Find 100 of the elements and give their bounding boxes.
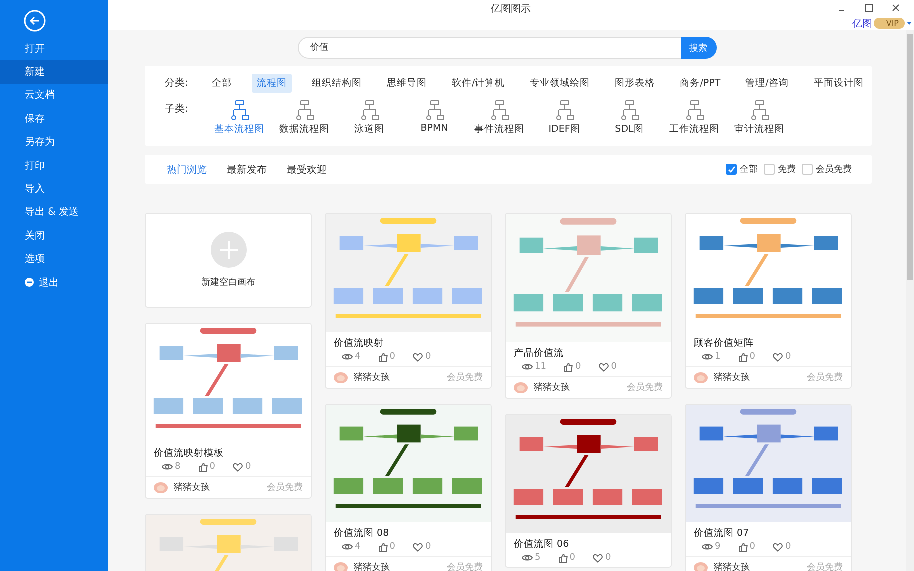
heart-icon[interactable] xyxy=(413,352,424,362)
favorite-count: 0 xyxy=(245,462,252,472)
sidebar-item[interactable]: 云文档 xyxy=(0,84,108,108)
flowchart-icon xyxy=(424,100,446,122)
category-tab[interactable]: 软件/计算机 xyxy=(447,74,510,92)
price-label: 会员免费 xyxy=(807,372,843,384)
subcategory-item[interactable]: 工作流程图 xyxy=(662,100,727,136)
category-tab[interactable]: 思维导图 xyxy=(382,74,432,92)
view-count: 5 xyxy=(535,553,541,563)
avatar-icon xyxy=(694,562,708,571)
close-icon[interactable] xyxy=(892,4,900,12)
thumb-up-icon[interactable] xyxy=(378,542,388,552)
subcategory-item[interactable]: IDEF图 xyxy=(532,100,597,136)
checkbox[interactable] xyxy=(764,164,775,175)
search-field[interactable]: 价值 xyxy=(298,37,680,59)
caret-icon[interactable] xyxy=(907,22,912,26)
category-tab[interactable]: 图形表格 xyxy=(610,74,660,92)
flowchart-icon xyxy=(488,100,510,122)
checkbox[interactable] xyxy=(802,164,813,175)
vip-badge[interactable]: VIP xyxy=(874,18,905,29)
maximize-icon[interactable] xyxy=(865,4,873,12)
subcategory-item[interactable]: 数据流程图 xyxy=(272,100,337,136)
card-title: 价值流图 08 xyxy=(334,528,390,540)
new-blank-canvas-button[interactable]: 新建空白画布 xyxy=(145,213,312,308)
heart-icon[interactable] xyxy=(599,362,610,372)
thumb-up-icon[interactable] xyxy=(738,542,748,552)
subcategory-label: 子类: xyxy=(165,102,190,116)
sidebar-item[interactable]: 打印 xyxy=(0,154,108,178)
exit-icon xyxy=(25,278,34,288)
thumb-up-icon[interactable] xyxy=(378,352,388,362)
account-link[interactable]: 亿图 xyxy=(852,16,872,30)
sidebar-item[interactable]: 导出 & 发送 xyxy=(0,200,108,224)
category-label: 分类: xyxy=(165,76,190,90)
subcategory-item[interactable]: 泳道图 xyxy=(337,100,402,136)
back-icon[interactable] xyxy=(24,10,46,32)
checkbox[interactable] xyxy=(726,164,737,175)
template-card[interactable]: 价值流映射模板 8 0 0 猪猪女孩 会员免费 xyxy=(145,323,312,499)
eye-icon xyxy=(702,543,713,551)
eye-icon xyxy=(342,353,353,361)
template-card[interactable]: 价值流图 06 5 0 0 xyxy=(505,414,672,568)
like-count: 0 xyxy=(210,462,216,472)
scrollbar-thumb[interactable] xyxy=(907,34,913,280)
sidebar-item[interactable]: 退出 xyxy=(0,270,108,294)
price-label: 会员免费 xyxy=(447,372,483,384)
filter-label: 会员免费 xyxy=(816,164,852,176)
card-title: 产品价值流 xyxy=(514,348,565,360)
search-button[interactable]: 搜索 xyxy=(680,37,716,59)
avatar-icon xyxy=(334,562,348,571)
sidebar-item[interactable]: 关闭 xyxy=(0,224,108,248)
subcategory-item[interactable]: 审计流程图 xyxy=(727,100,792,136)
avatar-icon xyxy=(334,372,348,384)
heart-icon[interactable] xyxy=(773,352,784,362)
favorite-count: 0 xyxy=(785,542,792,552)
category-tab[interactable]: 管理/咨询 xyxy=(740,74,794,92)
category-tab[interactable]: 专业领域绘图 xyxy=(525,74,596,92)
sidebar-item[interactable]: 保存 xyxy=(0,107,108,131)
flowchart-icon xyxy=(358,100,380,122)
sidebar-item[interactable]: 新建 xyxy=(0,60,108,84)
subcategory-item[interactable]: 事件流程图 xyxy=(467,100,532,136)
like-count: 0 xyxy=(390,542,396,552)
sort-tab[interactable]: 最受欢迎 xyxy=(287,162,327,176)
sort-tab[interactable]: 热门浏览 xyxy=(167,162,207,176)
category-tab[interactable]: 商务/PPT xyxy=(675,74,726,92)
subcategory-item[interactable]: BPMN xyxy=(402,100,467,134)
heart-icon[interactable] xyxy=(593,554,604,562)
eye-icon xyxy=(522,554,533,562)
template-card[interactable]: 产品价值流 11 0 0 猪猪女孩 会员免费 xyxy=(505,213,672,399)
thumb-up-icon[interactable] xyxy=(558,554,568,562)
subcategory-item[interactable]: 基本流程图 xyxy=(207,100,272,136)
scrollbar[interactable] xyxy=(906,30,914,571)
category-tab[interactable]: 全部 xyxy=(207,74,237,92)
sort-tab[interactable]: 最新发布 xyxy=(227,162,267,176)
template-card[interactable]: 价值流图 08 4 0 0 猪猪女孩 会员免费 xyxy=(325,404,492,571)
sidebar-item[interactable]: 选项 xyxy=(0,248,108,271)
favorite-count: 0 xyxy=(785,352,792,362)
thumb-up-icon[interactable] xyxy=(564,362,574,372)
sidebar-item[interactable]: 打开 xyxy=(0,37,108,60)
favorite-count: 0 xyxy=(605,553,612,563)
subcategory-item[interactable]: SDL图 xyxy=(597,100,662,136)
avatar-icon xyxy=(694,372,708,384)
category-tab[interactable]: 流程图 xyxy=(252,74,292,92)
plus-icon xyxy=(210,232,246,268)
price-label: 会员免费 xyxy=(807,562,843,571)
heart-icon[interactable] xyxy=(773,542,784,552)
heart-icon[interactable] xyxy=(233,462,244,472)
favorite-count: 0 xyxy=(425,542,432,552)
sidebar-item[interactable]: 导入 xyxy=(0,177,108,201)
thumb-up-icon[interactable] xyxy=(198,462,208,472)
heart-icon[interactable] xyxy=(413,542,424,552)
template-card[interactable]: 顾客价值矩阵 1 0 0 猪猪女孩 会员免费 xyxy=(685,213,852,389)
template-card[interactable]: 价值流映射 4 0 0 猪猪女孩 会员免费 xyxy=(325,213,492,389)
author-name: 猪猪女孩 xyxy=(354,562,390,571)
thumb-up-icon[interactable] xyxy=(738,352,748,362)
card-title: 价值流映射模板 xyxy=(154,448,225,460)
category-tab[interactable]: 组织结构图 xyxy=(307,74,367,92)
sidebar-item[interactable]: 另存为 xyxy=(0,130,108,154)
like-count: 0 xyxy=(570,553,576,563)
template-card[interactable]: 价值流图 07 9 0 0 猪猪女孩 会员免费 xyxy=(685,404,852,571)
card-title: 价值流映射 xyxy=(334,338,385,350)
category-tab[interactable]: 平面设计图 xyxy=(808,74,869,92)
